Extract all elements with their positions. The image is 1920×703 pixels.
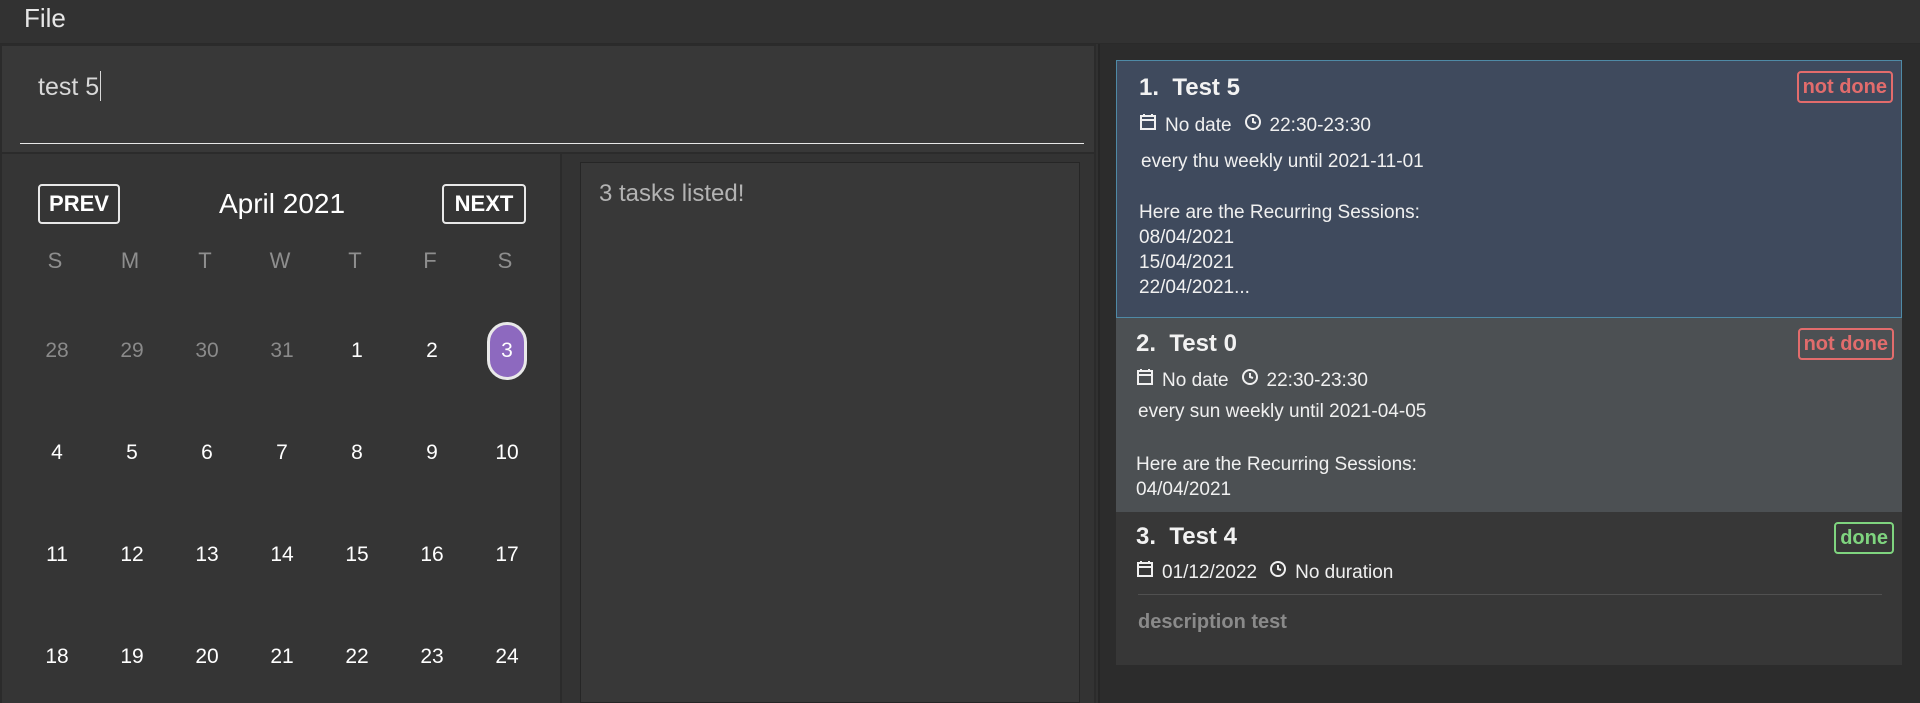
calendar-day[interactable]: 23: [412, 642, 452, 672]
session-date: 22/04/2021...: [1139, 277, 1250, 298]
task-title: 1. Test 5: [1139, 73, 1240, 103]
calendar-day[interactable]: 5: [112, 438, 152, 468]
calendar-day[interactable]: 7: [262, 438, 302, 468]
task-title: 2. Test 0: [1136, 329, 1237, 359]
task-date: 01/12/2022: [1162, 562, 1258, 583]
calendar-icon: [1139, 113, 1157, 139]
task-card[interactable]: 2. Test 0 not done No date 22:30-23:30 e…: [1116, 318, 1902, 512]
result-display: 3 tasks listed!: [580, 162, 1080, 703]
menu-bar: File: [0, 0, 1920, 44]
calendar-day[interactable]: 24: [487, 642, 527, 672]
weekday-label: T: [198, 248, 212, 273]
result-panel: 3 tasks listed!: [562, 154, 1094, 703]
task-date: No date: [1162, 370, 1229, 391]
session-date: 04/04/2021: [1136, 479, 1232, 500]
clock-icon: [1244, 113, 1262, 139]
text-cursor: [100, 71, 102, 101]
task-index: 3.: [1136, 523, 1157, 550]
weekday-label: F: [423, 248, 437, 273]
task-name: Test 4: [1169, 523, 1237, 550]
sessions-header: Here are the Recurring Sessions:: [1139, 202, 1420, 223]
calendar-day[interactable]: 16: [412, 540, 452, 570]
weekday-label: S: [497, 248, 513, 273]
calendar-day[interactable]: 14: [262, 540, 302, 570]
calendar-day[interactable]: 17: [487, 540, 527, 570]
calendar-day[interactable]: 10: [487, 438, 527, 468]
divider: [1138, 594, 1882, 595]
calendar-day[interactable]: 28: [37, 336, 77, 366]
task-card[interactable]: 3. Test 4 done 01/12/2022 No duration de…: [1116, 512, 1902, 665]
calendar-day[interactable]: 18: [37, 642, 77, 672]
calendar-day[interactable]: 8: [337, 438, 377, 468]
task-title: 3. Test 4: [1136, 522, 1237, 552]
task-time: No duration: [1295, 562, 1394, 583]
weekday-label: M: [120, 248, 140, 273]
calendar-day[interactable]: 4: [37, 438, 77, 468]
calendar-day[interactable]: 6: [187, 438, 227, 468]
status-badge: done: [1834, 522, 1894, 554]
task-recurrence: every thu weekly until 2021-11-01: [1141, 151, 1424, 172]
clock-icon: [1269, 560, 1287, 586]
sessions-header: Here are the Recurring Sessions:: [1136, 454, 1417, 475]
command-underline: [20, 143, 1084, 144]
left-pane: test 5 PREV April 2021 NEXT S M T W T F …: [0, 44, 1096, 703]
task-name: Test 5: [1172, 74, 1240, 101]
task-recurrence: every sun weekly until 2021-04-05: [1138, 401, 1427, 422]
calendar-day[interactable]: 13: [187, 540, 227, 570]
calendar-day[interactable]: 29: [112, 336, 152, 366]
calendar-icon: [1136, 560, 1154, 586]
menu-file[interactable]: File: [24, 2, 66, 34]
calendar-day[interactable]: 31: [262, 336, 302, 366]
weekday-label: T: [348, 248, 362, 273]
status-badge: not done: [1796, 71, 1893, 103]
task-description: description test: [1138, 611, 1287, 633]
weekday-label: W: [269, 248, 291, 273]
calendar-day[interactable]: 21: [262, 642, 302, 672]
clock-icon: [1241, 368, 1259, 394]
command-input-value: test 5: [38, 73, 100, 101]
task-list-pane: 1. Test 5 not done No date 22:30-23:30 e…: [1098, 44, 1920, 703]
task-meta: 01/12/2022 No duration: [1136, 560, 1393, 586]
calendar-day[interactable]: 30: [187, 336, 227, 366]
task-time: 22:30-23:30: [1266, 370, 1368, 391]
calendar-day[interactable]: 12: [112, 540, 152, 570]
calendar-day[interactable]: 22: [337, 642, 377, 672]
task-index: 1.: [1139, 74, 1160, 101]
calendar-day[interactable]: 20: [187, 642, 227, 672]
calendar-day[interactable]: 9: [412, 438, 452, 468]
calendar-day[interactable]: 15: [337, 540, 377, 570]
task-name: Test 0: [1169, 330, 1237, 357]
task-time: 22:30-23:30: [1269, 115, 1371, 136]
task-date: No date: [1165, 115, 1232, 136]
command-box[interactable]: test 5: [2, 46, 1094, 152]
task-index: 2.: [1136, 330, 1157, 357]
calendar-panel: PREV April 2021 NEXT S M T W T F S 28 29…: [2, 154, 560, 703]
calendar-day[interactable]: 19: [112, 642, 152, 672]
session-date: 15/04/2021: [1139, 252, 1235, 273]
weekday-label: S: [47, 248, 63, 273]
task-card-selected[interactable]: 1. Test 5 not done No date 22:30-23:30 e…: [1116, 60, 1902, 318]
task-list[interactable]: 1. Test 5 not done No date 22:30-23:30 e…: [1116, 60, 1902, 665]
status-badge: not done: [1797, 328, 1894, 360]
calendar-day-selected[interactable]: 3: [487, 322, 527, 380]
result-message: 3 tasks listed!: [599, 180, 745, 207]
task-meta: No date 22:30-23:30: [1139, 113, 1371, 139]
command-input[interactable]: test 5: [38, 70, 102, 104]
calendar-day[interactable]: 11: [37, 540, 77, 570]
session-date: 08/04/2021: [1139, 227, 1235, 248]
calendar-day[interactable]: 1: [337, 336, 377, 366]
prev-month-button[interactable]: PREV: [38, 184, 120, 224]
calendar-icon: [1136, 368, 1154, 394]
calendar-day[interactable]: 2: [412, 336, 452, 366]
next-month-button[interactable]: NEXT: [442, 184, 526, 224]
calendar-month-title: April 2021: [218, 188, 346, 219]
task-meta: No date 22:30-23:30: [1136, 368, 1368, 394]
